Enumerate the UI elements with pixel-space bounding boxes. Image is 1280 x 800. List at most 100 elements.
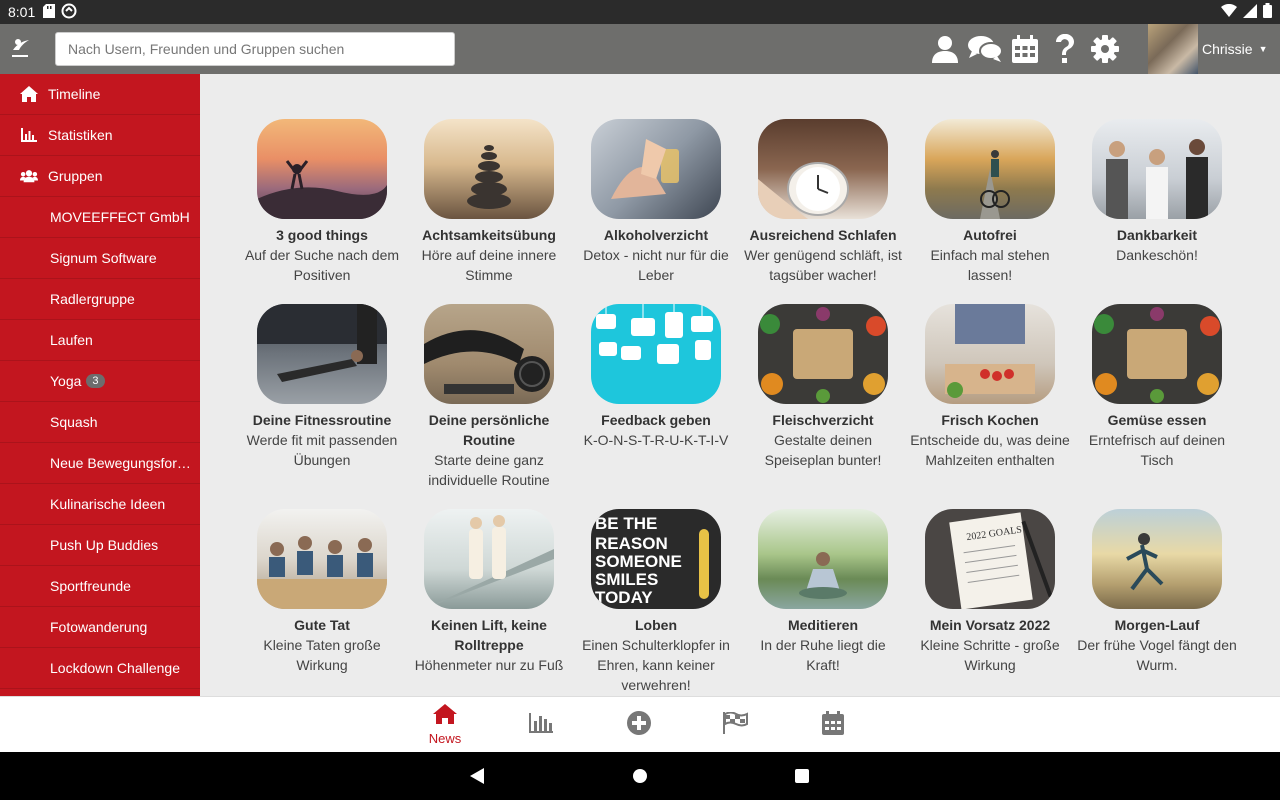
- challenge-card[interactable]: Alkoholverzicht Detox - nicht nur für di…: [576, 119, 736, 285]
- challenge-description: Entscheide du, was deine Mahlzeiten enth…: [910, 432, 1070, 468]
- bottom-nav-news-label: News: [428, 731, 462, 746]
- signal-icon: [1243, 3, 1257, 21]
- app-header: Chrissie ▼: [0, 24, 1280, 74]
- challenge-description: Auf der Suche nach dem Positiven: [244, 247, 400, 283]
- challenge-description: Wer genügend schläft, ist tagsüber wache…: [744, 247, 902, 283]
- challenge-image: [758, 509, 888, 609]
- bottom-nav-news[interactable]: News: [415, 697, 475, 753]
- challenge-card[interactable]: Deine persönliche Routine Starte deine g…: [409, 304, 569, 490]
- challenge-card[interactable]: 3 good things Auf der Suche nach dem Pos…: [242, 119, 402, 285]
- challenge-title: Meditieren: [787, 617, 858, 633]
- challenge-image: [257, 509, 387, 609]
- challenge-image: [424, 509, 554, 609]
- challenge-card[interactable]: Achtsamkeitsübung Höre auf deine innere …: [409, 119, 569, 285]
- challenge-title: Fleischverzicht: [772, 412, 874, 428]
- challenge-description: Dankeschön!: [1116, 247, 1198, 263]
- challenge-image: 2022 GOALS: [925, 509, 1055, 609]
- bar-chart-icon: [20, 126, 38, 144]
- gear-icon[interactable]: [1085, 24, 1125, 74]
- challenge-image: [1092, 119, 1222, 219]
- loben-image-text-line: TODAY: [595, 588, 653, 607]
- challenge-card[interactable]: Gemüse essen Erntefrisch auf deinen Tisc…: [1077, 304, 1237, 470]
- challenge-title: Keinen Lift, keine Rolltreppe: [431, 617, 547, 653]
- challenge-card[interactable]: Dankbarkeit Dankeschön!: [1077, 119, 1237, 265]
- back-icon[interactable]: [467, 766, 487, 786]
- calendar-icon: [822, 710, 844, 740]
- loben-image-text-line: SOMEONE: [595, 552, 682, 571]
- challenge-grid: 3 good things Auf der Suche nach dem Pos…: [200, 74, 1280, 696]
- challenge-description: In der Ruhe liegt die Kraft!: [760, 637, 886, 673]
- challenge-card[interactable]: Meditieren In der Ruhe liegt die Kraft!: [743, 509, 903, 675]
- sidebar-item-gruppen[interactable]: Gruppen: [0, 156, 200, 197]
- avatar: [1148, 24, 1198, 74]
- challenge-image: [758, 119, 888, 219]
- challenge-title: Deine persönliche Routine: [428, 412, 550, 448]
- challenge-title: Ausreichend Schlafen: [749, 227, 897, 243]
- challenge-title: Alkoholverzicht: [603, 227, 709, 243]
- sidebar: Timeline Statistiken Gruppen MOVEEFFECT …: [0, 74, 200, 696]
- recents-icon[interactable]: [792, 766, 812, 786]
- bottom-nav-calendar[interactable]: [803, 697, 863, 753]
- challenge-description: Einfach mal stehen lassen!: [930, 247, 1050, 283]
- sidebar-item-statistiken[interactable]: Statistiken: [0, 115, 200, 156]
- challenge-image: [591, 119, 721, 219]
- sidebar-item-timeline[interactable]: Timeline: [0, 74, 200, 115]
- challenge-description: Gestalte deinen Speiseplan bunter!: [764, 432, 882, 468]
- challenge-card[interactable]: 2022 GOALS Mein Vorsatz 2022 Kleine Schr…: [910, 509, 1070, 675]
- search-input[interactable]: [55, 32, 455, 66]
- challenge-card[interactable]: Gute Tat Kleine Taten große Wirkung: [242, 509, 402, 675]
- user-icon[interactable]: [925, 24, 965, 74]
- challenge-title: Deine Fitnessroutine: [252, 412, 392, 428]
- sidebar-item-yoga[interactable]: Yoga 3: [0, 361, 200, 402]
- challenge-description: Werde fit mit passenden Übungen: [246, 432, 398, 468]
- challenge-description: Erntefrisch auf deinen Tisch: [1088, 432, 1226, 468]
- bottom-nav-challenges[interactable]: [706, 697, 766, 753]
- users-icon: [20, 167, 38, 185]
- challenge-card[interactable]: Deine Fitnessroutine Werde fit mit passe…: [242, 304, 402, 470]
- home-button-icon[interactable]: [630, 766, 650, 786]
- challenge-title: Feedback geben: [601, 412, 711, 428]
- bottom-nav-add[interactable]: [609, 697, 669, 753]
- news-icon: [433, 704, 457, 729]
- app-logo[interactable]: [0, 24, 40, 74]
- challenge-card[interactable]: Autofrei Einfach mal stehen lassen!: [910, 119, 1070, 285]
- challenge-image: [758, 304, 888, 404]
- challenge-title: Achtsamkeitsübung: [422, 227, 556, 243]
- challenge-description: Kleine Taten große Wirkung: [263, 637, 381, 673]
- sidebar-item-sportfreunde[interactable]: Sportfreunde: [0, 566, 200, 607]
- bottom-navigation: News: [0, 696, 1280, 752]
- sidebar-item-fotowanderung[interactable]: Fotowanderung: [0, 607, 200, 648]
- sidebar-item-laufen[interactable]: Laufen: [0, 320, 200, 361]
- sidebar-item-signum-software[interactable]: Signum Software: [0, 238, 200, 279]
- sidebar-item-radlergruppe[interactable]: Radlergruppe: [0, 279, 200, 320]
- sidebar-item-kulinarische-ideen[interactable]: Kulinarische Ideen: [0, 484, 200, 525]
- battery-icon: [1263, 3, 1272, 21]
- challenge-title: 3 good things: [276, 227, 368, 243]
- challenge-card[interactable]: Ausreichend Schlafen Wer genügend schläf…: [743, 119, 903, 285]
- help-icon[interactable]: [1045, 24, 1085, 74]
- user-menu[interactable]: Chrissie ▼: [1148, 24, 1268, 74]
- challenge-description: Der frühe Vogel fängt den Wurm.: [1077, 637, 1237, 673]
- user-name: Chrissie: [1202, 41, 1253, 57]
- challenge-card[interactable]: BE THE REASON SOMEONE SMILES TODAY Loben…: [576, 509, 736, 695]
- challenge-image: [257, 119, 387, 219]
- sidebar-item-squash[interactable]: Squash: [0, 402, 200, 443]
- sidebar-item-push-up-buddies[interactable]: Push Up Buddies: [0, 525, 200, 566]
- sidebar-item-neue-bewegungsform[interactable]: Neue Bewegungsform...: [0, 443, 200, 484]
- android-navigation-bar: [0, 752, 1280, 800]
- chat-icon[interactable]: [965, 24, 1005, 74]
- sidebar-item-moveeffect[interactable]: MOVEEFFECT GmbH: [0, 197, 200, 238]
- calendar-icon[interactable]: [1005, 24, 1045, 74]
- bottom-nav-statistics[interactable]: [511, 697, 571, 753]
- challenge-description: Einen Schulterklopfer in Ehren, kann kei…: [582, 637, 730, 693]
- challenge-card[interactable]: Morgen-Lauf Der frühe Vogel fängt den Wu…: [1077, 509, 1237, 675]
- challenge-image: [257, 304, 387, 404]
- challenge-card[interactable]: Frisch Kochen Entscheide du, was deine M…: [910, 304, 1070, 470]
- challenge-image: [925, 304, 1055, 404]
- challenge-image: BE THE REASON SOMEONE SMILES TODAY: [591, 509, 721, 609]
- challenge-card[interactable]: Fleischverzicht Gestalte deinen Speisepl…: [743, 304, 903, 470]
- challenge-card[interactable]: Keinen Lift, keine Rolltreppe Höhenmeter…: [409, 509, 569, 675]
- challenge-card[interactable]: Feedback geben K-O-N-S-T-R-U-K-T-I-V: [576, 304, 736, 450]
- home-icon: [20, 85, 38, 103]
- sidebar-item-lockdown-challenge[interactable]: Lockdown Challenge: [0, 648, 200, 689]
